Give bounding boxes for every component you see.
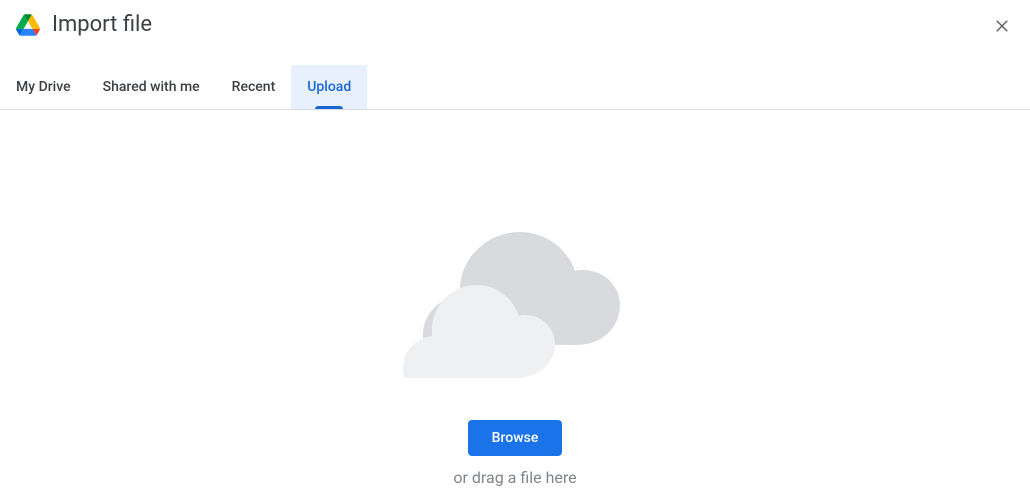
close-button[interactable]: [990, 14, 1014, 38]
google-drive-icon: [16, 13, 40, 37]
cloud-upload-icon: [385, 230, 645, 380]
tab-bar: My Drive Shared with me Recent Upload: [0, 65, 1030, 110]
tab-my-drive[interactable]: My Drive: [0, 65, 87, 109]
dialog-header: Import file: [0, 0, 1030, 49]
dialog-title: Import file: [52, 12, 152, 37]
close-icon: [993, 17, 1011, 35]
tab-recent[interactable]: Recent: [216, 65, 292, 109]
upload-panel: Browse or drag a file here: [0, 110, 1030, 487]
tab-upload[interactable]: Upload: [291, 65, 367, 109]
tab-shared-with-me[interactable]: Shared with me: [87, 65, 216, 109]
drag-hint-text: or drag a file here: [453, 468, 576, 487]
browse-button[interactable]: Browse: [468, 420, 563, 456]
